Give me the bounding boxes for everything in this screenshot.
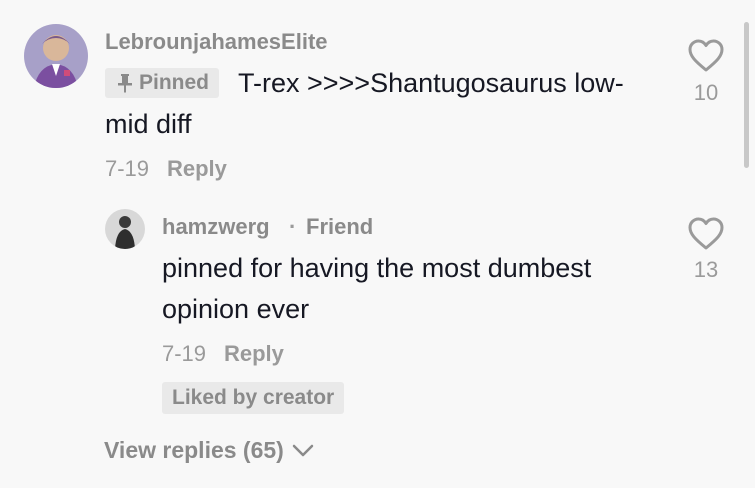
chevron-down-icon bbox=[292, 444, 314, 456]
comment-text-line1: T-rex >>>>Shantugosaurus low- bbox=[238, 68, 624, 98]
reply-username[interactable]: hamzwerg bbox=[162, 214, 270, 240]
reply-like-button[interactable] bbox=[687, 216, 725, 252]
avatar-image bbox=[24, 24, 88, 88]
comment-text-line2: mid diff bbox=[105, 109, 192, 139]
heart-outline-icon bbox=[688, 217, 724, 250]
avatar-image bbox=[105, 209, 145, 249]
pinned-label: Pinned bbox=[139, 71, 210, 94]
reply-like-count: 13 bbox=[693, 257, 719, 282]
comment-like-button[interactable] bbox=[687, 38, 725, 74]
liked-by-creator-badge: Liked by creator bbox=[162, 382, 345, 414]
reply-text-line2: opinion ever bbox=[162, 294, 310, 324]
pinned-badge: Pinned bbox=[105, 68, 220, 98]
reply-date: 7-19 bbox=[162, 341, 207, 366]
heart-outline-icon bbox=[688, 39, 724, 72]
pin-icon bbox=[118, 74, 132, 93]
reply-separator: · bbox=[289, 214, 297, 239]
comment-avatar[interactable] bbox=[24, 24, 88, 88]
comment-like-count: 10 bbox=[693, 80, 719, 105]
view-replies-button[interactable]: View replies (65) bbox=[104, 437, 314, 464]
friend-label: Friend bbox=[306, 214, 374, 239]
comment-username[interactable]: LebrounjahamesElite bbox=[105, 29, 328, 55]
view-replies-label: View replies (65) bbox=[104, 437, 284, 463]
comment-date: 7-19 bbox=[105, 156, 150, 181]
reply-avatar[interactable] bbox=[105, 209, 145, 249]
reply-reply-button[interactable]: Reply bbox=[224, 341, 284, 367]
scrollbar-thumb[interactable] bbox=[744, 22, 749, 168]
liked-by-creator-label: Liked by creator bbox=[172, 386, 335, 409]
comment-reply-button[interactable]: Reply bbox=[167, 156, 227, 182]
reply-text-line1: pinned for having the most dumbest bbox=[162, 253, 592, 283]
